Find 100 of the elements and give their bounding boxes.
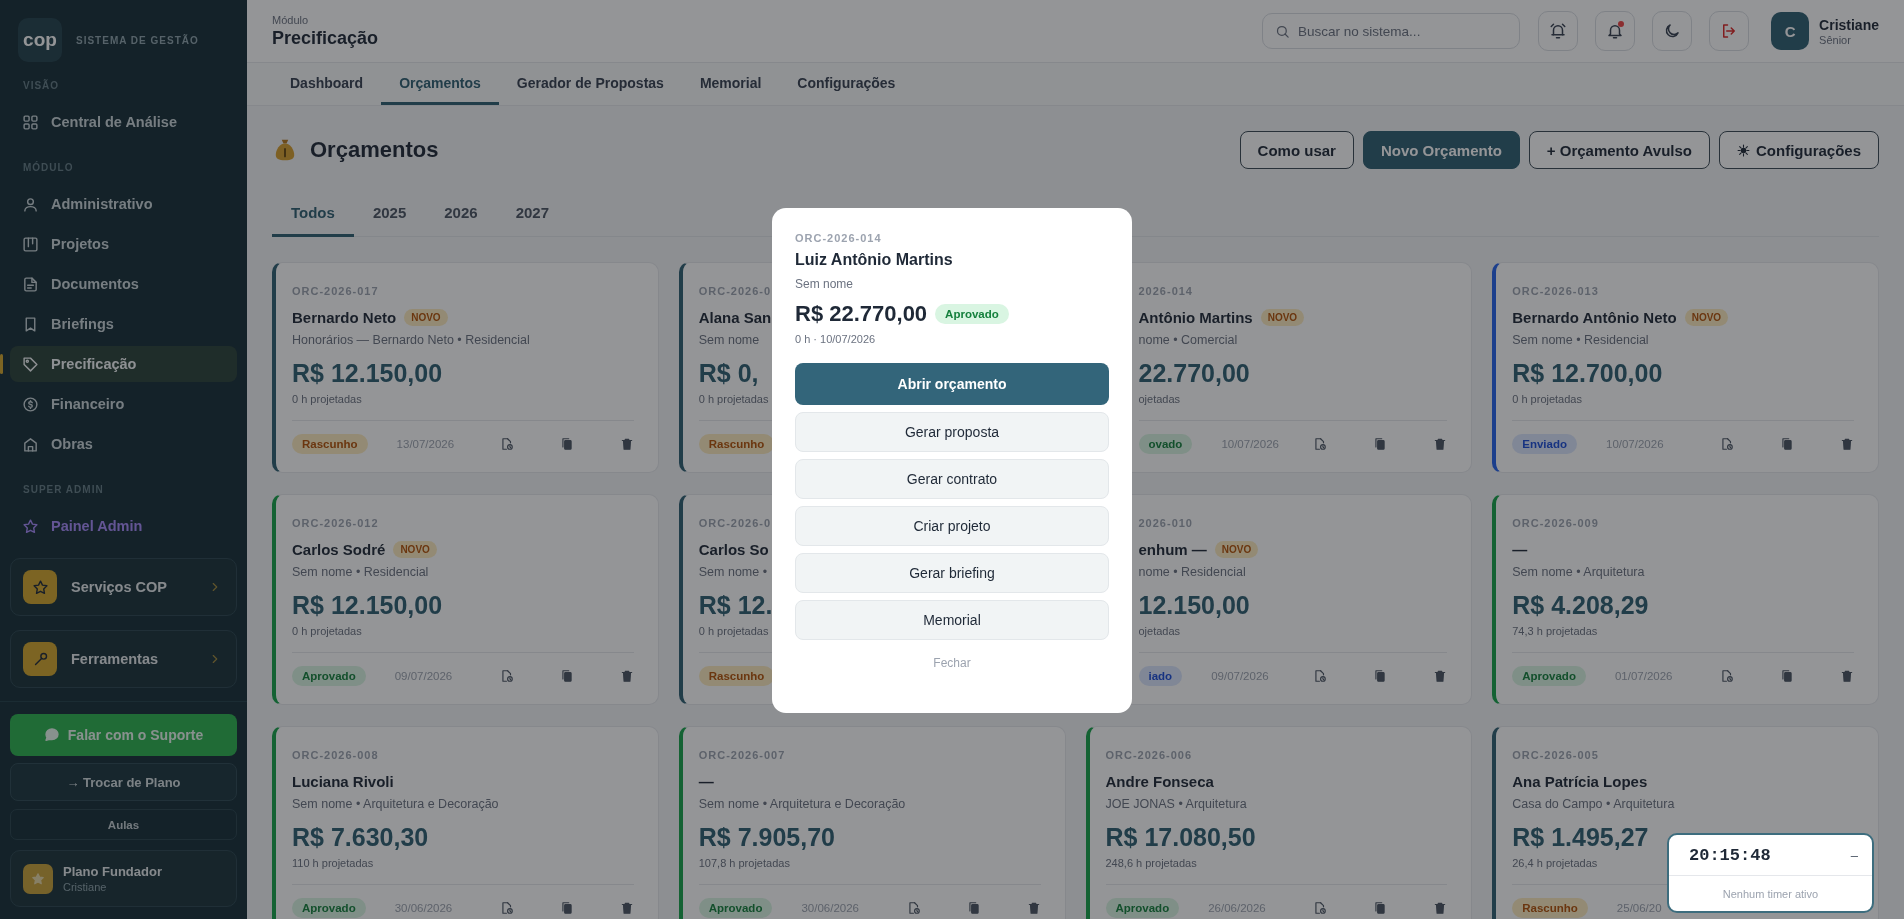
projected-hours: 107,8 h projetadas (698, 857, 790, 869)
nav-item[interactable]: Central de Análise (10, 104, 237, 140)
year-tab[interactable]: 2025 (353, 191, 426, 237)
action-button[interactable]: Gerar briefing (795, 553, 1109, 593)
status-pill: Rascunho (698, 666, 775, 686)
year-tab[interactable]: Todos (272, 191, 354, 237)
year-tab[interactable]: 2027 (496, 191, 568, 237)
status-pill: Aprovado (935, 304, 1009, 324)
action-button[interactable]: Gerar proposta (795, 412, 1109, 452)
module-title: Precificação (272, 27, 379, 49)
report-icon[interactable] (1720, 669, 1734, 683)
house-icon (22, 435, 39, 453)
copy-icon[interactable] (559, 669, 574, 683)
status-pill: ovado (1138, 434, 1193, 454)
theme-button[interactable] (1652, 11, 1693, 51)
copy-icon[interactable] (559, 901, 574, 915)
close-link[interactable]: Fechar (929, 654, 975, 672)
action-button[interactable]: Memorial (795, 600, 1109, 640)
minimize-button[interactable]: – (1846, 845, 1862, 865)
status-pill: Rascunho (292, 434, 368, 454)
tab[interactable]: Orçamentos (381, 63, 499, 105)
tab[interactable]: Configurações (779, 63, 914, 105)
alarm-icon (1549, 22, 1568, 40)
change-plan-button[interactable]: → Trocar de Plano (10, 763, 237, 801)
delete-icon[interactable] (1026, 901, 1041, 915)
avatar[interactable]: C (1771, 12, 1810, 50)
new-badge: NOVO (1684, 308, 1729, 326)
alarm-button[interactable] (1538, 11, 1579, 51)
budget-value: R$ 12.700,00 (1512, 359, 1663, 388)
shortcut-label: Ferramentas (71, 651, 159, 667)
star-icon (31, 871, 45, 886)
action-button[interactable]: Gerar contrato (795, 459, 1109, 499)
search-field[interactable]: Buscar no sistema... (1262, 13, 1521, 49)
card-subtitle: Sem nome • Residencial (1512, 333, 1649, 347)
client-name: enhum — (1138, 540, 1207, 558)
client-name: Bernardo Neto (292, 308, 397, 326)
budget-value: 12.150,00 (1138, 591, 1250, 620)
report-icon[interactable] (1313, 437, 1328, 451)
budget-value: 22.770,00 (1138, 359, 1250, 388)
delete-icon[interactable] (1840, 437, 1854, 451)
delete-icon[interactable] (619, 437, 634, 451)
nav-item[interactable]: Obras (10, 426, 237, 462)
status-pill: Enviado (1512, 434, 1577, 454)
plan-user: Cristiane (63, 881, 108, 893)
settings-button[interactable]: Configurações (1719, 131, 1879, 169)
copy-icon[interactable] (1373, 901, 1388, 915)
nav-item[interactable]: Financeiro (10, 386, 237, 422)
card-subtitle: Sem nome • (698, 565, 768, 579)
copy-icon[interactable] (1780, 437, 1794, 451)
action-button[interactable]: Criar projeto (795, 506, 1109, 546)
report-icon[interactable] (906, 901, 921, 915)
report-icon[interactable] (1313, 901, 1328, 915)
tab[interactable]: Memorial (681, 63, 780, 105)
copy-icon[interactable] (1373, 669, 1388, 683)
plan-card[interactable]: Plano Fundador Cristiane (10, 850, 237, 907)
action-button[interactable]: Abrir orçamento (795, 363, 1109, 405)
year-tab[interactable]: 2026 (425, 191, 497, 237)
delete-icon[interactable] (1840, 669, 1854, 683)
copy-icon[interactable] (966, 901, 981, 915)
logout-button[interactable] (1709, 11, 1750, 51)
module-label: Módulo (272, 13, 310, 26)
client-name: Bernardo Antônio Neto (1512, 308, 1677, 326)
action-button[interactable]: + Orçamento Avulso (1528, 131, 1710, 169)
nav-item[interactable]: Briefings (10, 306, 237, 342)
search-icon (1275, 24, 1291, 39)
report-icon[interactable] (1720, 437, 1734, 451)
delete-icon[interactable] (1433, 437, 1448, 451)
copy-icon[interactable] (1780, 669, 1794, 683)
client-name: — (698, 772, 714, 790)
nav-item[interactable]: Documentos (10, 266, 237, 302)
delete-icon[interactable] (619, 669, 634, 683)
action-button[interactable]: Como usar (1239, 131, 1354, 169)
nav-item[interactable]: Projetos (10, 226, 237, 262)
report-icon[interactable] (499, 901, 514, 915)
card-subtitle: Sem nome • Residencial (292, 565, 429, 579)
nav-item[interactable]: Administrativo (10, 186, 237, 222)
tab[interactable]: Dashboard (272, 63, 382, 105)
copy-icon[interactable] (1373, 437, 1388, 451)
report-icon[interactable] (1313, 669, 1328, 683)
shortcut-card[interactable]: Serviços COP (10, 558, 237, 616)
copy-icon[interactable] (559, 437, 574, 451)
budget-code: ORC-2026-014 (795, 232, 882, 245)
plan-name: Plano Fundador (63, 864, 162, 879)
report-icon[interactable] (499, 669, 514, 683)
nav-item[interactable]: Painel Admin (10, 508, 237, 544)
delete-icon[interactable] (619, 901, 634, 915)
delete-icon[interactable] (1433, 669, 1448, 683)
action-button[interactable]: Novo Orçamento (1362, 131, 1520, 169)
budget-value: R$ 22.770,00 (795, 301, 928, 327)
client-name: Carlos Sodré (292, 540, 386, 558)
shortcut-card[interactable]: Ferramentas (10, 630, 237, 688)
lessons-button[interactable]: Aulas (10, 809, 237, 840)
tab[interactable]: Gerador de Propostas (498, 63, 682, 105)
report-icon[interactable] (499, 437, 514, 451)
card-subtitle: Sem nome (698, 333, 760, 347)
delete-icon[interactable] (1433, 901, 1448, 915)
card-subtitle: nome • Comercial (1138, 333, 1238, 347)
notifications-button[interactable] (1595, 11, 1636, 51)
projected-hours: 0 h projetadas (1512, 393, 1582, 405)
page-title: Orçamentos (310, 137, 439, 163)
